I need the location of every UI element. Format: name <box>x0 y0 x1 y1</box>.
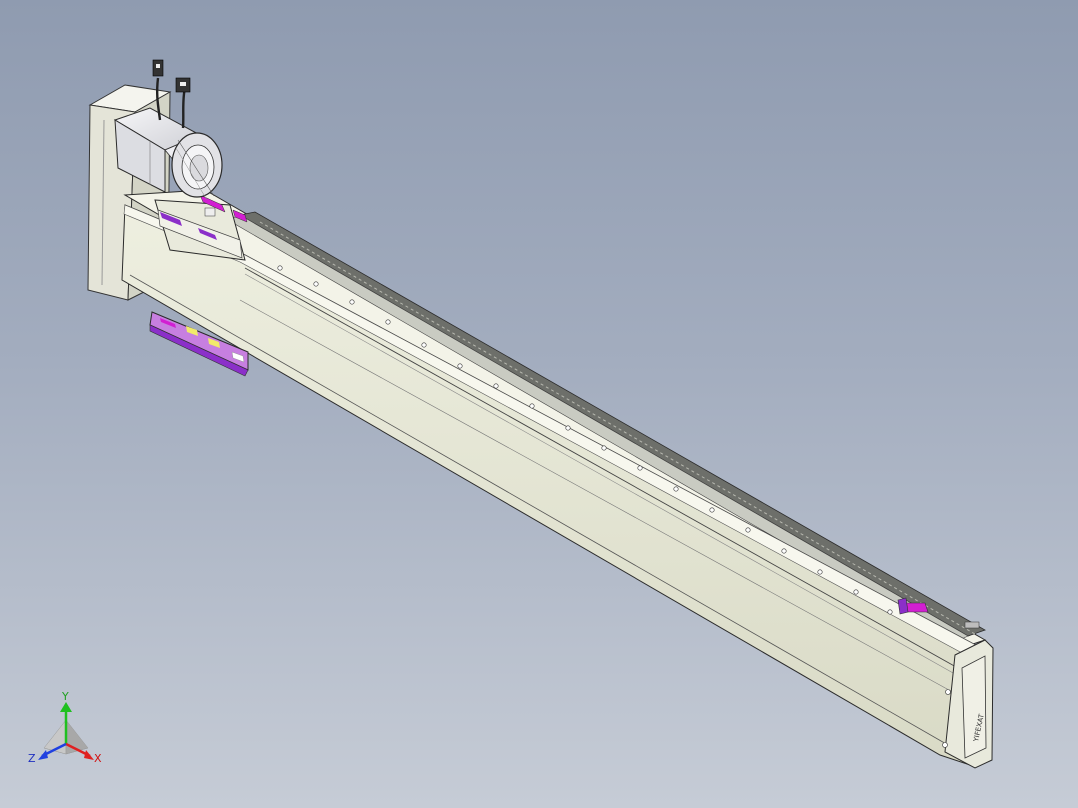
linear-actuator-model[interactable]: YIFEXAT <box>0 0 1078 808</box>
x-axis-label: X <box>94 752 102 765</box>
rail-front-face[interactable] <box>121 204 986 766</box>
z-axis-label: Z <box>28 752 36 765</box>
orientation-triad[interactable]: Y X Z <box>24 690 108 774</box>
y-axis-label: Y <box>61 690 69 703</box>
cad-viewport[interactable]: YIFEXAT Y X Z <box>0 0 1078 808</box>
